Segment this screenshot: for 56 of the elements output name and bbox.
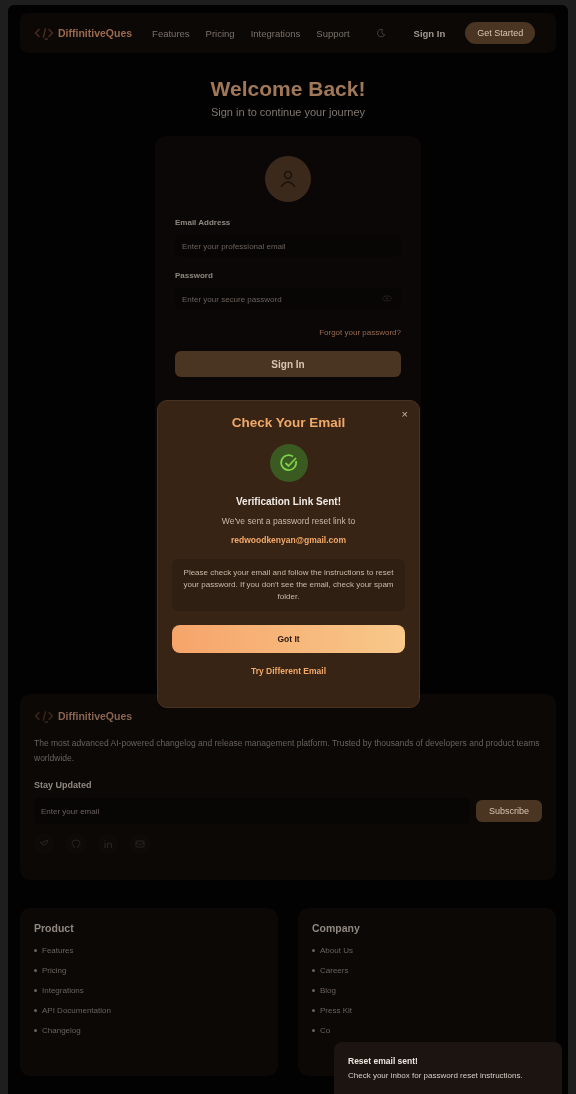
bullet-icon — [312, 1029, 315, 1032]
footer-link[interactable]: Co — [320, 1026, 331, 1035]
subscribe-button[interactable]: Subscribe — [475, 800, 542, 822]
bullet-icon — [34, 1029, 37, 1032]
page-subtitle: Sign in to continue your journey — [210, 106, 366, 118]
footer-link[interactable]: Blog — [320, 986, 336, 995]
newsletter-email-field[interactable]: Enter your email — [34, 798, 470, 824]
nav-link[interactable]: Support — [316, 27, 350, 39]
link-group-title: Product — [34, 922, 75, 934]
try-different-email-link[interactable]: Try Different Email — [250, 666, 327, 676]
bullet-icon — [34, 969, 37, 972]
field-label: Password — [175, 271, 214, 280]
sign-in-link[interactable]: Sign In — [413, 27, 446, 39]
got-it-button[interactable]: Got It — [172, 625, 405, 653]
footer-link[interactable]: Press Kit — [320, 1006, 352, 1015]
footer-link[interactable]: Features — [42, 946, 74, 955]
toast-message: Check your inbox for password reset instructions. — [348, 1071, 524, 1080]
toast-title: Reset email sent! — [348, 1056, 419, 1066]
eye-icon[interactable] — [382, 295, 392, 302]
brand-name: DiffinitiveQues — [58, 710, 133, 722]
footer-link[interactable]: Integrations — [42, 986, 84, 995]
bullet-icon — [312, 949, 315, 952]
user-icon — [278, 169, 298, 189]
bullet-icon — [34, 989, 37, 992]
success-check-icon — [269, 444, 308, 482]
footer-link[interactable]: API Documentation — [42, 1006, 111, 1015]
footer-link[interactable]: Careers — [320, 966, 349, 975]
bullet-icon — [312, 989, 315, 992]
bullet-icon — [34, 949, 37, 952]
sign-in-button[interactable]: Sign In — [175, 351, 401, 377]
brand-name: DiffinitiveQues — [58, 27, 133, 39]
footer-link[interactable]: Pricing — [42, 966, 67, 975]
page-title: Welcome Back! — [210, 77, 366, 101]
code-logo-icon — [34, 25, 54, 41]
bullet-icon — [312, 1009, 315, 1012]
code-logo-icon — [34, 708, 54, 724]
email-address: redwoodkenyan@gmail.com — [230, 535, 346, 545]
link-group-title: Company — [312, 922, 361, 934]
bullet-icon — [312, 969, 315, 972]
nav-link[interactable]: Features — [152, 27, 190, 39]
nav-link[interactable]: Integrations — [250, 27, 301, 39]
footer-link[interactable]: About Us — [320, 946, 353, 955]
bullet-icon — [34, 1009, 37, 1012]
moon-icon[interactable] — [375, 28, 386, 38]
get-started-button[interactable]: Get Started — [465, 22, 536, 44]
dialog-heading: Verification Link Sent! — [236, 496, 341, 507]
footer-link[interactable]: Changelog — [42, 1026, 81, 1035]
close-button[interactable]: × — [399, 408, 410, 420]
dialog-title: Check Your Email — [231, 415, 346, 430]
forgot-password-link[interactable]: Forgot your password? — [319, 328, 401, 337]
field-label: Email Address — [175, 218, 232, 227]
footer-description: The most advanced AI-powered changelog and release management platform. Trusted by thousands of developers and product teams worldwide. — [34, 737, 541, 765]
dialog-message: We've sent a password reset link to — [221, 516, 356, 526]
newsletter-label: Stay Updated — [34, 780, 93, 790]
instructions-note: Please check your email and follow the instructions to reset your password. If you don't see the email, check your spam folder. — [172, 559, 405, 611]
nav-link[interactable]: Pricing — [205, 27, 235, 39]
